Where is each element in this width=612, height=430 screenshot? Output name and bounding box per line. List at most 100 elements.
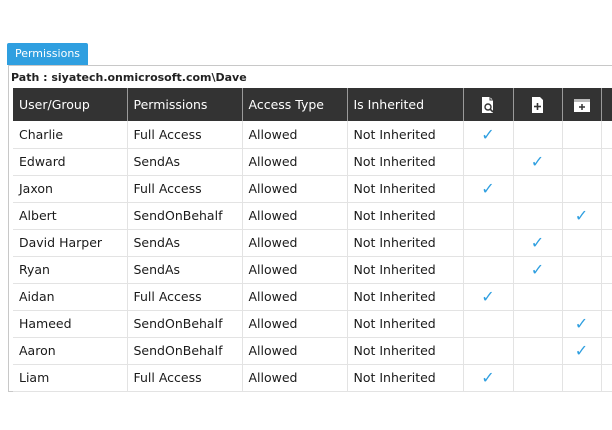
cell-add-folder[interactable] [562, 148, 602, 176]
cell-extra [601, 121, 612, 149]
find-icon [482, 96, 494, 113]
add-folder-icon [573, 98, 590, 112]
cell-user-group: Aidan [13, 283, 128, 311]
cell-add-document[interactable] [513, 202, 563, 230]
cell-permission: SendOnBehalf [127, 337, 243, 365]
cell-access-type: Allowed [242, 310, 348, 338]
cell-add-folder[interactable] [562, 256, 602, 284]
cell-permission: Full Access [127, 364, 243, 392]
cell-find[interactable] [463, 202, 514, 230]
checkmark-icon: ✓ [481, 124, 495, 144]
cell-add-document[interactable]: ✓ [513, 229, 563, 257]
table-row[interactable]: Jaxon Full Access Allowed Not Inherited ✓ [13, 175, 612, 203]
cell-find[interactable]: ✓ [463, 364, 514, 392]
cell-add-folder[interactable] [562, 175, 602, 203]
column-header-add-document[interactable] [513, 88, 563, 121]
checkmark-icon: ✓ [481, 368, 495, 387]
cell-add-document[interactable]: ✓ [513, 256, 563, 284]
cell-is-inherited: Not Inherited [347, 310, 464, 338]
cell-add-document[interactable]: ✓ [513, 148, 563, 176]
table-row[interactable]: Edward SendAs Allowed Not Inherited ✓ [13, 148, 612, 176]
cell-access-type: Allowed [242, 256, 348, 284]
cell-add-folder[interactable] [562, 229, 602, 257]
cell-access-type: Allowed [242, 229, 348, 257]
column-header-add-folder[interactable] [562, 88, 602, 121]
table-row[interactable]: David Harper SendAs Allowed Not Inherited ✓ [13, 229, 612, 257]
cell-permission: SendOnBehalf [127, 310, 243, 338]
add-document-icon [531, 96, 543, 113]
cell-add-folder[interactable]: ✓ [562, 202, 602, 230]
cell-add-document[interactable] [513, 175, 563, 203]
cell-find[interactable] [463, 337, 514, 365]
cell-user-group: Ryan [13, 256, 128, 284]
checkmark-icon: ✓ [530, 260, 545, 279]
cell-permission: Full Access [127, 283, 243, 311]
cell-is-inherited: Not Inherited [347, 337, 464, 365]
cell-user-group: Hameed [13, 310, 128, 338]
permissions-panel: Path : siyatech.onmicrosoft.com\Dave Use… [8, 65, 612, 392]
cell-is-inherited: Not Inherited [347, 256, 464, 284]
cell-permission: SendAs [127, 148, 243, 176]
cell-add-document[interactable] [513, 364, 563, 392]
cell-add-folder[interactable]: ✓ [562, 337, 602, 365]
table-row[interactable]: Aaron SendOnBehalf Allowed Not Inherited ✓ [13, 337, 612, 365]
cell-extra [601, 229, 612, 257]
checkmark-icon: ✓ [481, 179, 495, 198]
cell-is-inherited: Not Inherited [347, 121, 464, 149]
checkmark-icon: ✓ [530, 152, 545, 171]
column-header-extra [601, 88, 612, 121]
cell-access-type: Allowed [242, 283, 348, 311]
tab-permissions[interactable]: Permissions [7, 43, 88, 65]
cell-is-inherited: Not Inherited [347, 283, 464, 311]
cell-permission: SendAs [127, 229, 243, 257]
cell-add-folder[interactable] [562, 364, 602, 392]
cell-access-type: Allowed [242, 364, 348, 392]
cell-is-inherited: Not Inherited [347, 148, 464, 176]
cell-extra [601, 310, 612, 338]
table-row[interactable]: Aidan Full Access Allowed Not Inherited ✓ [13, 283, 612, 311]
cell-add-folder[interactable] [562, 283, 602, 311]
cell-find[interactable] [463, 229, 514, 257]
cell-permission: Full Access [127, 121, 243, 149]
cell-is-inherited: Not Inherited [347, 364, 464, 392]
table-row[interactable]: Hameed SendOnBehalf Allowed Not Inherited ✓ [13, 310, 612, 338]
cell-find[interactable]: ✓ [463, 175, 514, 203]
checkmark-icon: ✓ [574, 314, 589, 333]
cell-find[interactable]: ✓ [463, 121, 514, 149]
cell-add-document[interactable] [513, 283, 563, 311]
table-row[interactable]: Liam Full Access Allowed Not Inherited ✓ [13, 364, 612, 392]
cell-extra [601, 202, 612, 230]
table-row[interactable]: Ryan SendAs Allowed Not Inherited ✓ [13, 256, 612, 284]
table-row[interactable]: Albert SendOnBehalf Allowed Not Inherited ✓ [13, 202, 612, 230]
column-header-find[interactable] [463, 88, 514, 121]
cell-is-inherited: Not Inherited [347, 229, 464, 257]
cell-user-group: Liam [13, 364, 128, 392]
column-header-permissions[interactable]: Permissions [127, 88, 243, 121]
cell-extra [601, 256, 612, 284]
cell-find[interactable]: ✓ [463, 283, 514, 311]
cell-add-document[interactable] [513, 310, 563, 338]
cell-find[interactable] [463, 256, 514, 284]
cell-user-group: Charlie [13, 121, 128, 149]
column-header-access-type[interactable]: Access Type [242, 88, 348, 121]
cell-is-inherited: Not Inherited [347, 202, 464, 230]
table-header-row: User/Group Permissions Access Type Is In… [13, 88, 612, 121]
cell-add-folder[interactable]: ✓ [562, 310, 602, 338]
cell-user-group: David Harper [13, 229, 128, 257]
checkmark-icon: ✓ [574, 206, 589, 225]
cell-add-document[interactable] [513, 121, 563, 149]
cell-permission: SendAs [127, 256, 243, 284]
cell-extra [601, 148, 612, 176]
column-header-is-inherited[interactable]: Is Inherited [347, 88, 464, 121]
cell-extra [601, 283, 612, 311]
cell-add-document[interactable] [513, 337, 563, 365]
table-row[interactable]: Charlie Full Access Allowed Not Inherited ✓ [13, 121, 612, 149]
checkmark-icon: ✓ [530, 233, 545, 252]
cell-add-folder[interactable] [562, 121, 602, 149]
permissions-table: User/Group Permissions Access Type Is In… [13, 88, 612, 392]
mailbox-path: Path : siyatech.onmicrosoft.com\Dave [11, 71, 247, 84]
column-header-user-group[interactable]: User/Group [13, 88, 128, 121]
cell-find[interactable] [463, 148, 514, 176]
checkmark-icon: ✓ [574, 341, 589, 360]
cell-find[interactable] [463, 310, 514, 338]
